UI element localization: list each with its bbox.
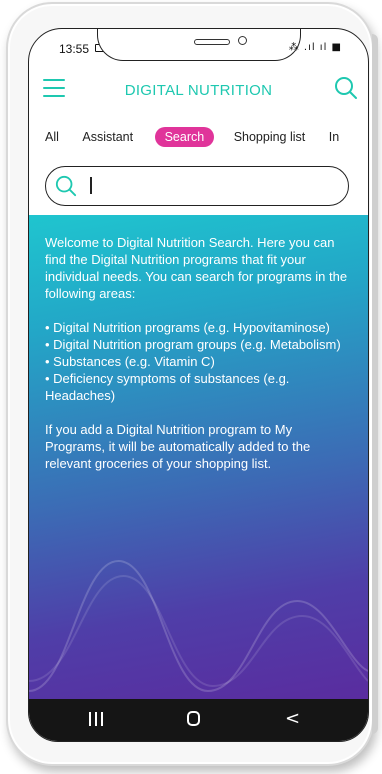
text-cursor (90, 177, 92, 194)
search-info-panel: Welcome to Digital Nutrition Search. Her… (29, 215, 368, 701)
camera-icon (238, 36, 247, 45)
recents-icon[interactable] (89, 711, 107, 730)
search-icon[interactable] (334, 76, 358, 100)
search-field[interactable] (45, 166, 349, 206)
intro-paragraph: Welcome to Digital Nutrition Search. Her… (45, 235, 348, 301)
phone-edge (372, 34, 378, 734)
tab-search[interactable]: Search (154, 127, 215, 147)
home-icon[interactable] (187, 711, 200, 726)
search-input[interactable] (96, 173, 340, 201)
tab-in[interactable]: In (329, 127, 339, 147)
tab-bar: All Assistant Search Shopping list In (45, 127, 359, 149)
bullet-programs: • Digital Nutrition programs (e.g. Hypov… (45, 320, 330, 335)
bullet-substances: • Substances (e.g. Vitamin C) (45, 354, 215, 369)
phone-frame: 13:55 ⁂ .ıl ıl ■ DIGITAL NUTRITION All A… (6, 2, 378, 766)
screen: 13:55 ⁂ .ıl ıl ■ DIGITAL NUTRITION All A… (28, 28, 369, 742)
bullet-program-groups: • Digital Nutrition program groups (e.g.… (45, 337, 341, 352)
tab-shopping-list[interactable]: Shopping list (234, 127, 306, 147)
info-text: Welcome to Digital Nutrition Search. Her… (45, 234, 350, 472)
status-time: 13:55 (59, 42, 90, 56)
app-title: DIGITAL NUTRITION (124, 82, 273, 99)
tab-assistant[interactable]: Assistant (82, 127, 133, 147)
outro-paragraph: If you add a Digital Nutrition program t… (45, 422, 311, 471)
bullet-deficiency-symptoms: • Deficiency symptoms of substances (e.g… (45, 371, 290, 403)
back-icon[interactable]: < (285, 708, 300, 729)
speaker-icon (194, 39, 230, 45)
search-field-icon (55, 175, 77, 197)
wave-decoration (29, 559, 368, 693)
app-header: DIGITAL NUTRITION (29, 65, 368, 117)
system-nav-bar: < (29, 699, 368, 741)
status-bar: 13:55 ⁂ .ıl ıl ■ (29, 29, 368, 61)
camera-notch (97, 29, 301, 61)
tab-all[interactable]: All (45, 127, 59, 147)
signal-battery-icons: ⁂ .ıl ıl ■ (288, 42, 342, 53)
